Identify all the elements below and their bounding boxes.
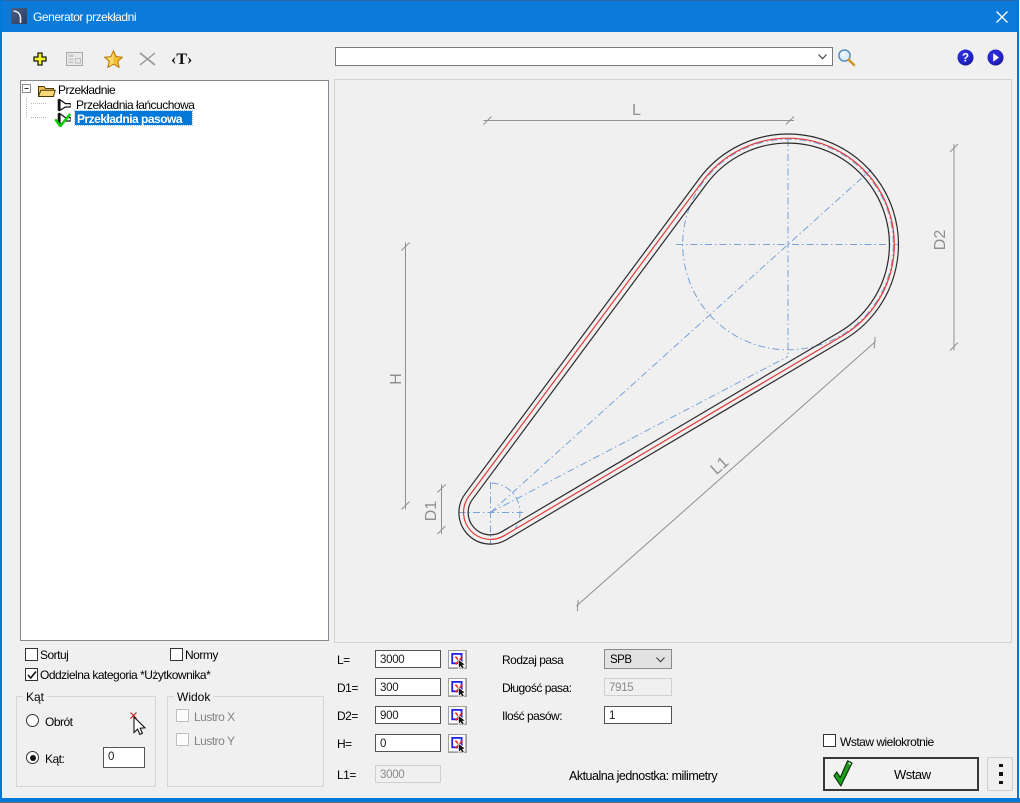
svg-text:H: H — [388, 373, 405, 385]
svg-text:L: L — [632, 102, 641, 119]
svg-text:D2: D2 — [932, 230, 949, 251]
svg-text:?: ? — [962, 53, 969, 65]
svg-text:L1: L1 — [708, 454, 733, 479]
svg-text:D1: D1 — [423, 501, 440, 522]
